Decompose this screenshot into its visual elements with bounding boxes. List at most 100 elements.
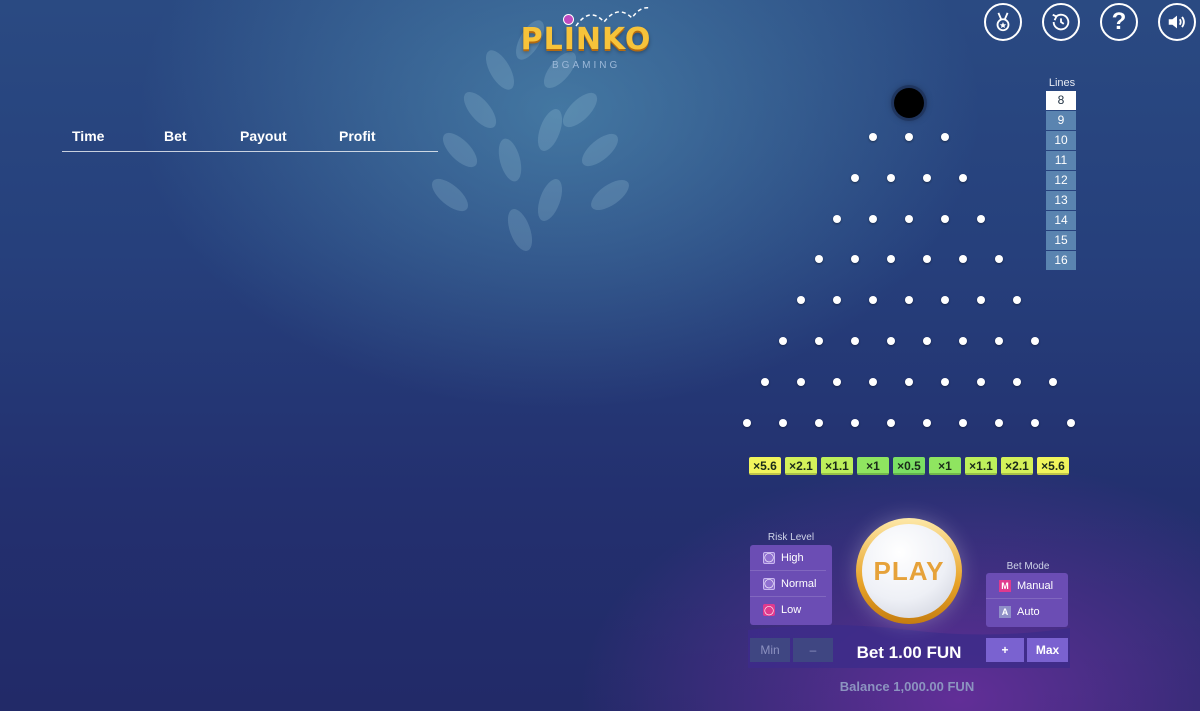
bet-mode-auto[interactable]: A Auto <box>986 599 1062 625</box>
max-bet-button[interactable]: Max <box>1027 638 1068 662</box>
bet-history-table: Time Bet Payout Profit <box>62 128 438 152</box>
peg <box>977 377 985 386</box>
logo-title: PLINKO <box>520 22 652 57</box>
increase-bet-button[interactable]: + <box>986 638 1024 662</box>
peg <box>959 418 967 427</box>
medal-icon <box>996 12 1010 32</box>
peg <box>797 296 805 305</box>
peg <box>923 418 931 427</box>
peg <box>779 418 787 427</box>
balance: Balance 1,000.00 FUN <box>839 679 975 694</box>
logo-subtitle: BGAMING <box>552 60 621 71</box>
peg <box>833 377 841 386</box>
peg <box>923 337 931 345</box>
plinko-board: ×5.6 ×2.1 ×1.1 ×1 ×0.5 ×1 ×1.1 ×2.1 ×5.6 <box>730 80 1090 500</box>
peg <box>779 337 787 345</box>
column-time: Time <box>72 128 105 144</box>
peg <box>959 255 967 264</box>
risk-option-label: Normal <box>781 577 817 590</box>
peg <box>1013 377 1021 386</box>
multiplier-slot: ×2.1 <box>1001 457 1033 475</box>
peg <box>923 173 931 182</box>
peg <box>995 255 1003 264</box>
multiplier-slot: ×5.6 <box>749 457 781 475</box>
peg <box>995 337 1003 345</box>
multiplier-slot: ×1.1 <box>965 457 997 475</box>
bet-mode-option-label: Auto <box>1017 606 1040 618</box>
history-button[interactable] <box>1042 3 1080 41</box>
column-payout: Payout <box>240 128 287 144</box>
speaker-icon <box>1168 15 1185 29</box>
help-icon: ? <box>1111 8 1127 35</box>
peg <box>905 214 913 223</box>
peg <box>761 377 769 386</box>
peg <box>1049 377 1057 386</box>
peg <box>995 418 1003 427</box>
checked-icon: ◯ <box>763 604 775 616</box>
history-header: Time Bet Payout Profit <box>62 128 438 152</box>
peg <box>869 133 877 141</box>
risk-option-label: High <box>781 551 804 564</box>
auto-key-icon: A <box>999 606 1011 618</box>
peg <box>815 418 823 427</box>
peg <box>869 296 877 305</box>
min-bet-button[interactable]: Min <box>750 638 790 662</box>
column-bet: Bet <box>164 128 187 144</box>
bet-amount: Bet 1.00 FUN <box>856 643 962 662</box>
bet-mode-label: Bet Mode <box>1006 561 1050 572</box>
history-icon <box>1052 13 1070 31</box>
play-button[interactable]: PLAY <box>856 518 962 624</box>
risk-option-label: Low <box>781 604 802 616</box>
sound-button[interactable] <box>1158 3 1196 41</box>
peg <box>959 337 967 345</box>
column-profit: Profit <box>339 128 376 144</box>
peg <box>743 418 751 427</box>
peg <box>887 173 895 182</box>
peg <box>905 377 913 386</box>
peg <box>851 337 859 345</box>
peg <box>941 296 949 305</box>
peg <box>833 296 841 305</box>
multiplier-slot: ×2.1 <box>785 457 817 475</box>
multiplier-slot: ×0.5 <box>893 457 925 475</box>
peg <box>815 255 823 264</box>
plinko-logo: PLINKO BGAMING <box>520 6 660 71</box>
decrease-bet-button[interactable]: – <box>793 638 833 662</box>
risk-option-low[interactable]: ◯ Low <box>750 597 826 623</box>
manual-key-icon: M <box>999 579 1011 592</box>
bet-mode-manual[interactable]: M Manual <box>986 573 1062 599</box>
peg <box>815 337 823 345</box>
peg <box>1067 418 1075 427</box>
peg <box>1031 418 1039 427</box>
ball-drop-hole <box>894 88 924 118</box>
play-label: PLAY <box>873 555 945 586</box>
peg <box>941 214 949 223</box>
peg <box>977 214 985 223</box>
peg <box>851 255 859 264</box>
risk-option-high[interactable]: ◯ High <box>750 545 826 571</box>
peg <box>887 418 895 427</box>
peg <box>869 377 877 386</box>
risk-level-panel: ◯ High ◯ Normal ◯ Low <box>750 545 832 625</box>
peg <box>923 255 931 264</box>
unchecked-icon: ◯ <box>763 577 775 590</box>
peg <box>797 377 805 386</box>
peg <box>1031 337 1039 345</box>
help-button[interactable]: ? <box>1100 3 1138 41</box>
peg <box>959 173 967 182</box>
peg <box>941 377 949 386</box>
bet-mode-option-label: Manual <box>1017 579 1054 592</box>
peg <box>833 214 841 223</box>
multiplier-slot: ×1 <box>929 457 961 475</box>
peg <box>941 133 949 141</box>
risk-option-normal[interactable]: ◯ Normal <box>750 571 826 597</box>
peg <box>887 255 895 264</box>
peg <box>869 214 877 223</box>
risk-level-label: Risk Level <box>767 532 815 543</box>
achievements-button[interactable] <box>984 3 1022 41</box>
peg <box>887 337 895 345</box>
unchecked-icon: ◯ <box>763 551 775 564</box>
bet-mode-panel: M Manual A Auto <box>986 573 1068 627</box>
peg <box>977 296 985 305</box>
peg <box>851 173 859 182</box>
